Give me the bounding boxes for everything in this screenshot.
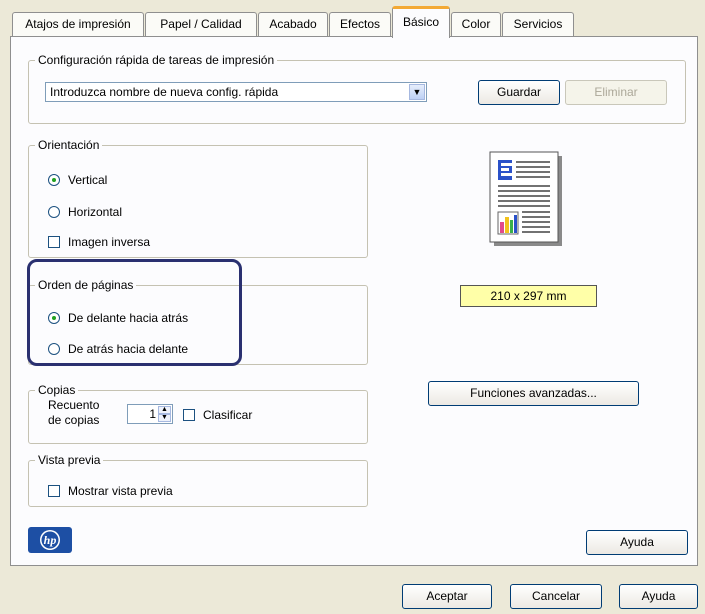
- radio-horizontal[interactable]: Horizontal: [48, 204, 122, 220]
- checkbox-icon: [183, 409, 195, 421]
- hp-logo: hp: [28, 527, 72, 553]
- orientation-title: Orientación: [35, 137, 103, 153]
- stepper-down-icon[interactable]: ▼: [158, 414, 171, 422]
- quick-config-combo-value: Introduzca nombre de nueva config. rápid…: [50, 85, 279, 99]
- radio-horizontal-label: Horizontal: [68, 205, 123, 219]
- show-preview-checkbox[interactable]: Mostrar vista previa: [48, 483, 173, 499]
- radio-button-icon: [48, 174, 60, 186]
- quick-config-title: Configuración rápida de tareas de impres…: [35, 52, 278, 68]
- copies-count-label-line2: de copias: [48, 413, 100, 427]
- tab-color[interactable]: Color: [451, 12, 501, 36]
- radio-button-icon: [48, 206, 60, 218]
- copies-stepper[interactable]: 1 ▲ ▼: [127, 404, 173, 424]
- paper-size-label: 210 x 297 mm: [460, 285, 597, 307]
- chevron-down-icon[interactable]: ▼: [409, 84, 425, 100]
- tab-finishing[interactable]: Acabado: [258, 12, 328, 36]
- delete-button[interactable]: Eliminar: [565, 80, 667, 105]
- tab-services[interactable]: Servicios: [502, 12, 574, 36]
- page-order-title: Orden de páginas: [35, 277, 137, 293]
- radio-vertical[interactable]: Vertical: [48, 172, 107, 188]
- mirror-image-label: Imagen inversa: [68, 235, 151, 249]
- mirror-image-checkbox[interactable]: Imagen inversa: [48, 234, 150, 250]
- radio-button-icon: [48, 343, 60, 355]
- quick-config-combo[interactable]: Introduzca nombre de nueva config. rápid…: [45, 82, 427, 102]
- ok-button[interactable]: Aceptar: [402, 584, 492, 609]
- cancel-button[interactable]: Cancelar: [510, 584, 602, 609]
- document-preview-icon: [488, 150, 568, 250]
- tab-paper-quality[interactable]: Papel / Calidad: [145, 12, 257, 36]
- advanced-features-button[interactable]: Funciones avanzadas...: [428, 381, 639, 406]
- radio-vertical-label: Vertical: [68, 173, 108, 187]
- svg-text:hp: hp: [44, 533, 57, 547]
- copies-count-label: Recuento de copias: [48, 398, 99, 428]
- collate-checkbox[interactable]: Clasificar: [183, 407, 252, 423]
- radio-button-icon: [48, 312, 60, 324]
- collate-label: Clasificar: [203, 408, 253, 422]
- radio-back-to-front[interactable]: De atrás hacia delante: [48, 341, 188, 357]
- save-button[interactable]: Guardar: [478, 80, 560, 105]
- radio-back-to-front-label: De atrás hacia delante: [68, 342, 189, 356]
- copies-count-label-line1: Recuento: [48, 398, 100, 412]
- help-button[interactable]: Ayuda: [619, 584, 698, 609]
- checkbox-icon: [48, 236, 60, 248]
- checkbox-icon: [48, 485, 60, 497]
- radio-front-to-back[interactable]: De delante hacia atrás: [48, 310, 188, 326]
- radio-front-to-back-label: De delante hacia atrás: [68, 311, 189, 325]
- tab-basic[interactable]: Básico: [392, 6, 450, 38]
- stepper-up-icon[interactable]: ▲: [158, 406, 171, 414]
- copies-count-value[interactable]: 1: [149, 406, 156, 422]
- tab-shortcuts[interactable]: Atajos de impresión: [12, 12, 144, 36]
- preview-title: Vista previa: [35, 452, 104, 468]
- show-preview-label: Mostrar vista previa: [68, 484, 173, 498]
- copies-title: Copias: [35, 382, 79, 398]
- tab-effects[interactable]: Efectos: [329, 12, 391, 36]
- help-button-inner[interactable]: Ayuda: [586, 530, 688, 555]
